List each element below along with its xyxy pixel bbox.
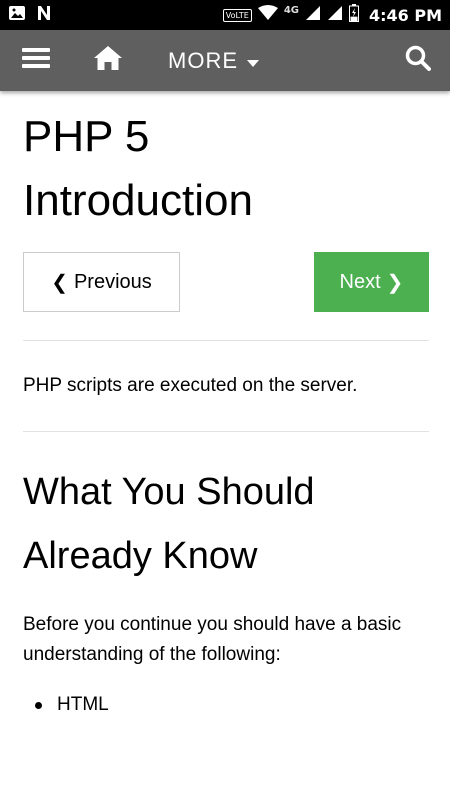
volte-badge: VoLTE [222,8,252,22]
page-title-line-2: Introduction [23,176,253,225]
chevron-right-icon: ❯ [386,271,404,294]
list-item: HTML [35,692,429,718]
section-title: What You Should Already Know [23,460,429,588]
signal-icon-2 [327,5,343,25]
search-button[interactable] [386,30,450,91]
hamburger-icon [22,46,50,75]
search-icon [405,45,431,76]
section-title-line-2: Already Know [23,535,258,577]
prerequisite-list: HTML [23,692,429,718]
status-bar: VoLTE 4G 4:46 PM [0,0,450,30]
intro-text: PHP scripts are executed on the server. [23,375,358,396]
prerequisite-paragraph: Before you continue you should have a ba… [23,614,402,665]
network-type-label: 4G [283,4,299,16]
top-navbar: MORE [0,30,450,91]
gallery-icon [8,5,26,25]
menu-button[interactable] [0,30,72,91]
next-label: Next [339,270,381,293]
clock: 4:46 PM [368,5,442,25]
n-notification-icon [36,5,52,25]
divider [23,340,429,341]
page-title-line-1: PHP 5 [23,112,150,161]
signal-icon [305,5,321,25]
divider [23,431,429,432]
chevron-left-icon: ❮ [51,271,68,294]
previous-label: Previous [73,270,152,293]
more-label: MORE [168,47,238,73]
main-content: PHP 5 Introduction ❮ Previous Next ❯ PHP… [23,91,429,718]
status-right: VoLTE 4G 4:46 PM [222,4,442,26]
caret-down-icon [246,48,260,74]
next-button[interactable]: Next ❯ [314,252,429,312]
page-title: PHP 5 Introduction [23,105,429,233]
pager: ❮ Previous Next ❯ [23,252,429,312]
status-left [8,5,52,25]
section-title-line-1: What You Should [23,471,315,513]
battery-icon [348,4,359,26]
previous-button[interactable]: ❮ Previous [23,252,180,312]
home-icon [93,45,123,76]
wifi-icon [257,5,278,25]
home-button[interactable] [72,30,144,91]
more-dropdown-button[interactable]: MORE [144,30,259,91]
